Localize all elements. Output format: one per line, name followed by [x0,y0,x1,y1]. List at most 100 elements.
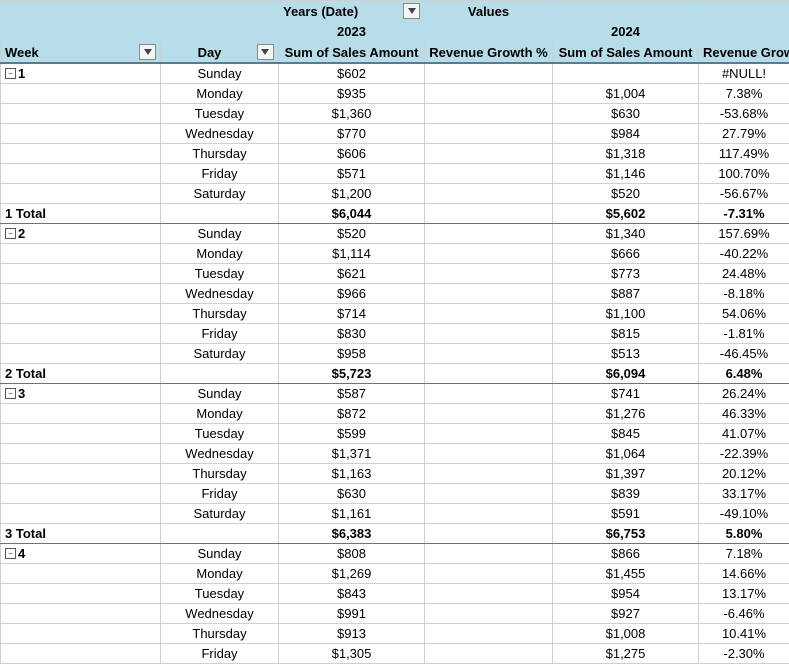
collapse-icon[interactable]: − [5,68,16,79]
sales-2023-cell: $520 [279,224,425,244]
sales-2024-cell: $591 [553,504,699,524]
growth-2023-cell [425,104,553,124]
week-dropdown-icon[interactable] [139,44,156,60]
sales-2023-cell: $913 [279,624,425,644]
years-dropdown-icon[interactable] [403,3,420,19]
table-row: Saturday$958$513-46.45% [1,344,789,364]
growth-2023-cell [425,144,553,164]
week-cell-empty [1,244,161,264]
total-sales-2023: $6,044 [279,204,425,224]
growth-2023-cell [425,63,553,84]
total-label: 3 Total [1,524,161,544]
growth-2023-cell [425,604,553,624]
sales-2023-cell: $1,161 [279,504,425,524]
growth-2024-cell: 13.17% [699,584,789,604]
day-cell: Thursday [161,144,279,164]
growth-2023-cell [425,304,553,324]
week-cell-empty [1,504,161,524]
total-sales-2024: $5,602 [553,204,699,224]
sales-2024-cell: $845 [553,424,699,444]
growth-2023-cell [425,424,553,444]
growth-2024-cell: 27.79% [699,124,789,144]
growth-2024-cell: 157.69% [699,224,789,244]
growth-2024-cell: -46.45% [699,344,789,364]
growth-2023-cell [425,644,553,664]
table-row: Monday$1,269$1,45514.66% [1,564,789,584]
growth-2024-cell: -6.46% [699,604,789,624]
sales-2024-cell: $839 [553,484,699,504]
collapse-icon[interactable]: − [5,548,16,559]
week-cell: −3 [1,384,161,404]
week-cell-empty [1,304,161,324]
sales-2023-cell: $1,360 [279,104,425,124]
year-2024-label: 2024 [553,22,699,42]
week-cell-empty [1,164,161,184]
sales-2023-cell: $571 [279,164,425,184]
growth-2024-cell: 41.07% [699,424,789,444]
years-date-label: Years (Date) [283,4,358,19]
total-growth-2024: 6.48% [699,364,789,384]
total-sales-2024: $6,753 [553,524,699,544]
week-number: 4 [18,546,25,561]
day-cell: Tuesday [161,584,279,604]
year-2023-label: 2023 [279,22,425,42]
total-growth-2023 [425,524,553,544]
sales-2023-cell: $587 [279,384,425,404]
sales-2024-cell: $513 [553,344,699,364]
growth-2024-cell: -2.30% [699,644,789,664]
sales-2023-cell: $770 [279,124,425,144]
growth-2023-cell [425,624,553,644]
growth-2023-cell [425,324,553,344]
table-row: Friday$1,305$1,275-2.30% [1,644,789,664]
sales-2023-cell: $958 [279,344,425,364]
growth-2023-cell [425,264,553,284]
sales-2024-cell: $1,397 [553,464,699,484]
sales-2023-cell: $599 [279,424,425,444]
day-cell: Wednesday [161,444,279,464]
day-cell: Friday [161,324,279,344]
collapse-icon[interactable]: − [5,228,16,239]
week-cell-empty [1,424,161,444]
growth-2024-header: Revenue Growth % [699,42,789,64]
total-row: 2 Total$5,723$6,0946.48% [1,364,789,384]
day-cell: Tuesday [161,264,279,284]
growth-2024-cell: -40.22% [699,244,789,264]
total-day-empty [161,204,279,224]
table-row: Monday$935$1,0047.38% [1,84,789,104]
total-day-empty [161,364,279,384]
collapse-icon[interactable]: − [5,388,16,399]
sales-2023-cell: $872 [279,404,425,424]
table-row: Tuesday$599$84541.07% [1,424,789,444]
week-cell-empty [1,644,161,664]
day-dropdown-icon[interactable] [257,44,274,60]
growth-2024-cell: #NULL! [699,63,789,84]
sales-2024-cell: $1,455 [553,564,699,584]
table-row: Thursday$913$1,00810.41% [1,624,789,644]
week-cell-empty [1,404,161,424]
day-cell: Wednesday [161,284,279,304]
sales-2023-cell: $602 [279,63,425,84]
sales-2023-cell: $714 [279,304,425,324]
sales-2023-cell: $630 [279,484,425,504]
growth-2023-cell [425,564,553,584]
sales-2024-cell: $1,275 [553,644,699,664]
week-cell-empty [1,604,161,624]
sales-2023-cell: $606 [279,144,425,164]
sales-2024-cell: $927 [553,604,699,624]
day-cell: Saturday [161,184,279,204]
week-cell-empty [1,284,161,304]
total-growth-2024: -7.31% [699,204,789,224]
week-cell: −1 [1,63,161,84]
table-row: Wednesday$1,371$1,064-22.39% [1,444,789,464]
day-cell: Friday [161,164,279,184]
sales-2023-cell: $621 [279,264,425,284]
sales-2024-cell: $815 [553,324,699,344]
total-growth-2023 [425,204,553,224]
total-growth-2023 [425,364,553,384]
growth-2024-cell: 10.41% [699,624,789,644]
week-cell-empty [1,624,161,644]
day-cell: Friday [161,644,279,664]
growth-2023-cell [425,444,553,464]
growth-2024-cell: -8.18% [699,284,789,304]
table-row: Monday$872$1,27646.33% [1,404,789,424]
